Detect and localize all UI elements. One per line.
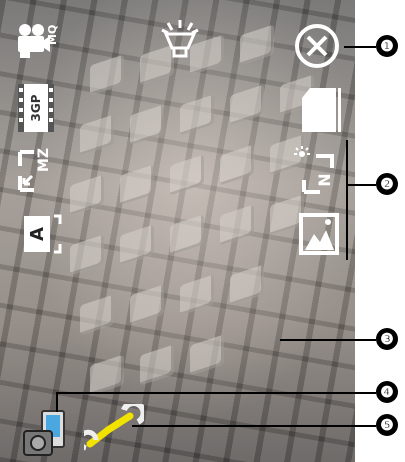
callout-5: ❺ xyxy=(376,414,398,436)
flash-lamp-icon[interactable] xyxy=(160,18,200,60)
callout-3: ❸ xyxy=(376,328,398,350)
svg-text:MZ: MZ xyxy=(36,148,52,172)
device-switch-icon[interactable] xyxy=(22,405,72,462)
svg-text:A: A xyxy=(27,227,48,241)
callout-2: ❷ xyxy=(376,173,398,195)
close-circle-x-icon[interactable] xyxy=(293,22,341,70)
callout-4: ❹ xyxy=(376,381,398,403)
video-camera-mq-icon[interactable]: MQ xyxy=(16,22,60,62)
callout-leader-2-vertical xyxy=(346,140,348,260)
wrench-tools-icon[interactable] xyxy=(84,404,144,456)
callout-1: ❶ xyxy=(376,35,398,57)
callout-leader-1 xyxy=(344,46,376,48)
svg-text:MQ: MQ xyxy=(46,25,59,45)
auto-focus-a-icon[interactable]: A xyxy=(20,212,62,256)
scene-landscape-icon[interactable] xyxy=(298,212,340,256)
memory-card-icon[interactable] xyxy=(296,84,342,136)
callout-leader-5 xyxy=(132,425,376,427)
film-3gp-icon[interactable]: 3GP xyxy=(16,82,56,134)
viewfinder-preview-image xyxy=(60,24,320,420)
callout-leader-4 xyxy=(56,392,376,394)
format-label: 3GP xyxy=(29,94,43,121)
callout-leader-2 xyxy=(346,184,376,186)
svg-text:N: N xyxy=(315,173,334,186)
zoom-mz-icon[interactable]: MZ xyxy=(16,148,60,194)
brightness-n-icon[interactable]: N xyxy=(292,146,340,196)
callout-leader-4-vertical xyxy=(56,392,58,412)
callout-leader-3 xyxy=(280,339,376,341)
